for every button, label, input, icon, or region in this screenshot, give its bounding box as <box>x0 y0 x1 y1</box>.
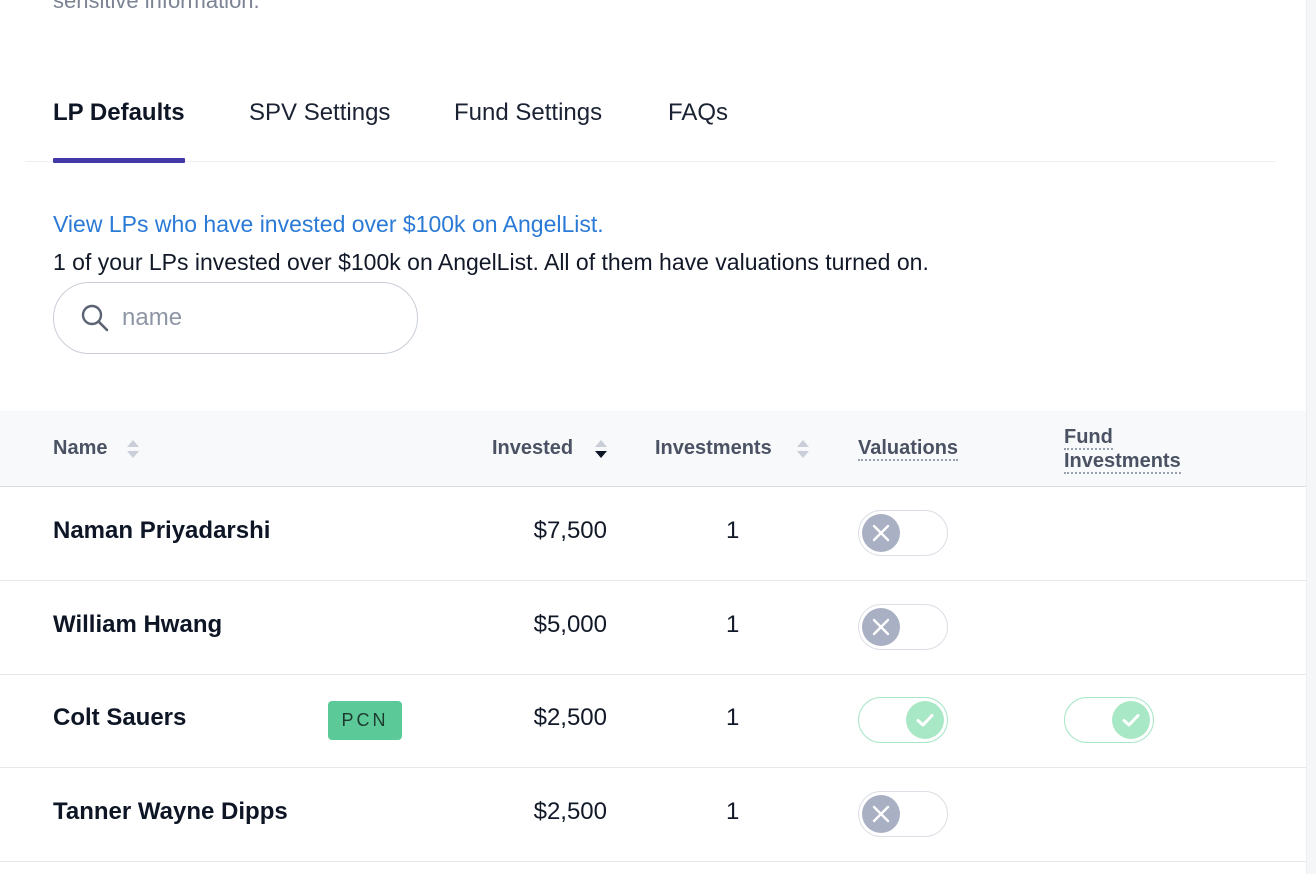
column-name-label: Name <box>53 437 108 459</box>
column-valuations-label: Valuations <box>858 437 959 461</box>
lp-name: Naman Priyadarshi <box>53 517 271 544</box>
column-fund-label-line2: Investments <box>1064 450 1181 474</box>
toggle-knob <box>862 795 900 833</box>
toggle-knob <box>862 514 900 552</box>
valuations-summary: 1 of your LPs invested over $100k on Ang… <box>53 249 929 275</box>
search-icon <box>81 304 109 332</box>
valuations-toggle[interactable] <box>858 791 948 837</box>
table-header: Name Invested Investments Valuations Fun… <box>0 411 1306 487</box>
close-icon <box>872 618 890 636</box>
column-header-investments[interactable]: Investments <box>655 437 772 460</box>
table-row: Colt Sauers PCN $2,500 1 <box>0 674 1306 768</box>
tab-fund-settings[interactable]: Fund Settings <box>454 98 602 161</box>
investments-count: 1 <box>726 704 740 731</box>
lp-name: William Hwang <box>53 611 223 638</box>
column-investments-label: Investments <box>655 437 772 459</box>
page-scrollbar-track[interactable] <box>1306 0 1316 874</box>
valuations-toggle[interactable] <box>858 510 948 556</box>
invested-amount: $7,500 <box>533 517 607 544</box>
column-header-invested[interactable]: Invested <box>492 437 573 460</box>
toggle-knob <box>906 701 944 739</box>
table-row: Tanner Wayne Dipps $2,500 1 <box>0 768 1306 862</box>
toggle-knob <box>862 608 900 646</box>
column-fund-label-line1: Fund <box>1064 426 1113 450</box>
valuations-toggle[interactable] <box>858 697 948 743</box>
sort-icon[interactable] <box>795 437 811 461</box>
invested-amount: $5,000 <box>533 611 607 638</box>
pcn-badge: PCN <box>328 701 402 740</box>
column-header-name[interactable]: Name <box>53 437 107 460</box>
sort-icon[interactable] <box>125 437 141 461</box>
investments-count: 1 <box>726 798 740 825</box>
tab-faqs[interactable]: FAQs <box>668 98 728 161</box>
tab-spv-settings[interactable]: SPV Settings <box>249 98 390 161</box>
close-icon <box>872 805 890 823</box>
description-text: sensitive information. <box>53 0 260 13</box>
check-icon <box>1122 714 1140 727</box>
toggle-knob <box>1112 701 1150 739</box>
sort-desc-icon[interactable] <box>593 437 609 461</box>
check-icon <box>916 714 934 727</box>
lp-name: Tanner Wayne Dipps <box>53 798 288 825</box>
column-header-valuations[interactable]: Valuations <box>858 437 959 461</box>
invested-amount: $2,500 <box>533 704 607 731</box>
column-invested-label: Invested <box>492 437 574 459</box>
column-header-fund-investments[interactable]: Fund Investments <box>1064 425 1181 474</box>
investments-count: 1 <box>726 611 740 638</box>
tab-lp-defaults[interactable]: LP Defaults <box>53 98 185 163</box>
investments-count: 1 <box>726 517 740 544</box>
view-large-lps-link[interactable]: View LPs who have invested over $100k on… <box>53 211 604 238</box>
table-row: Naman Priyadarshi $7,500 1 <box>0 487 1306 581</box>
settings-tabs: LP Defaults SPV Settings Fund Settings F… <box>25 88 1276 163</box>
close-icon <box>872 524 890 542</box>
fund-investments-toggle[interactable] <box>1064 697 1154 743</box>
lp-defaults-page: sensitive information. LP Defaults SPV S… <box>0 0 1316 874</box>
valuations-toggle[interactable] <box>858 604 948 650</box>
search-box[interactable] <box>53 282 418 354</box>
invested-amount: $2,500 <box>533 798 607 825</box>
table-row: William Hwang $5,000 1 <box>0 581 1306 675</box>
lp-name: Colt Sauers <box>53 704 187 731</box>
search-input[interactable] <box>122 304 382 332</box>
